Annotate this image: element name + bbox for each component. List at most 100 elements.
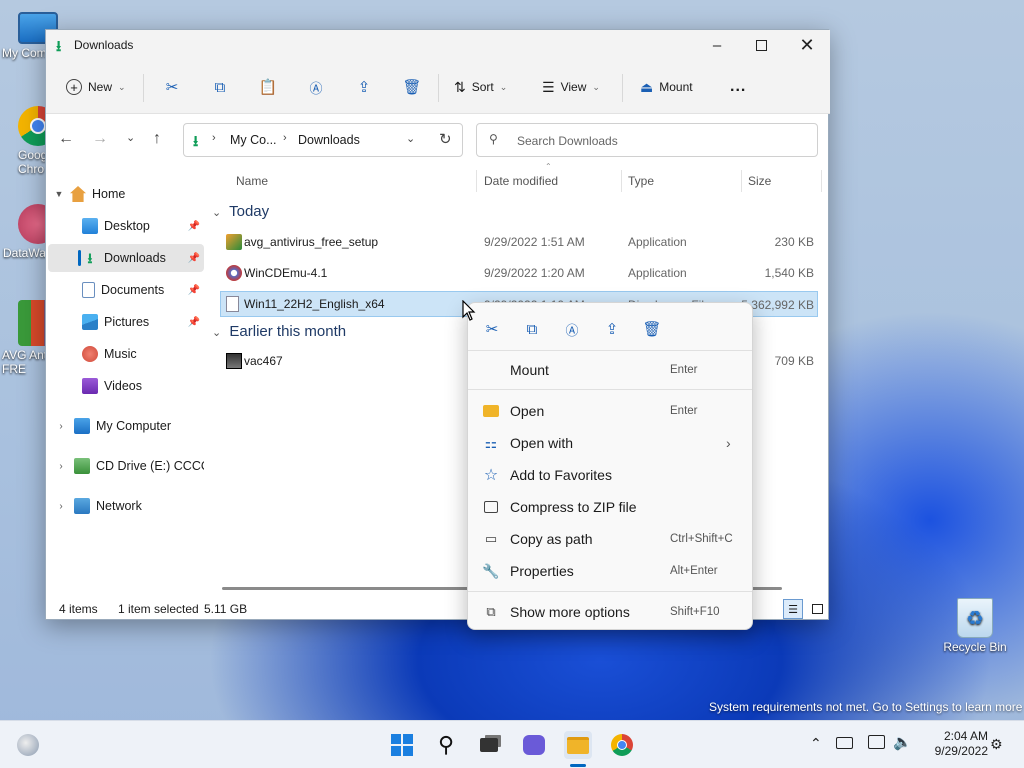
menu-item-label: Mount (510, 362, 549, 378)
desktop-icon-recycle-bin[interactable]: ♻ Recycle Bin (937, 598, 1013, 654)
back-button[interactable]: ← (58, 130, 74, 148)
copy-icon[interactable]: ⧉ (209, 76, 231, 98)
rename-icon[interactable]: Ⓐ (560, 317, 584, 341)
notification-icon[interactable]: ⚙ (990, 736, 1003, 753)
nav-home[interactable]: ▼ Home (48, 180, 204, 208)
maximize-button[interactable] (738, 30, 784, 60)
sidebar-item-label: Desktop (104, 219, 150, 233)
file-row[interactable]: avg_antivirus_free_setup 9/29/2022 1:51 … (220, 229, 818, 255)
pin-icon: 📌 (187, 284, 200, 296)
menu-item-label: Compress to ZIP file (510, 499, 637, 515)
tiles-view-button[interactable] (807, 599, 827, 619)
file-type: Application (628, 235, 687, 249)
menu-item-compress-zip[interactable]: Compress to ZIP file (468, 492, 752, 522)
new-button[interactable]: + New ⌄ (66, 76, 126, 98)
sidebar-item-label: Downloads (104, 251, 166, 265)
close-button[interactable]: ✕ (784, 30, 830, 60)
file-name: vac467 (244, 354, 283, 368)
sort-label: Sort (471, 80, 494, 94)
volume-icon[interactable]: 🔈 (893, 733, 912, 751)
cut-icon[interactable]: ✂ (161, 76, 183, 98)
sidebar-item-label: CD Drive (E:) CCCOI (96, 459, 204, 473)
copy-icon[interactable]: ⧉ (520, 317, 544, 341)
column-header-size[interactable]: Size (748, 174, 771, 188)
start-button[interactable] (388, 731, 416, 759)
file-row[interactable]: WinCDEmu-4.1 9/29/2022 1:20 AM Applicati… (220, 260, 818, 286)
star-icon: ☆ (483, 467, 499, 484)
delete-icon[interactable]: 🗑 (640, 317, 664, 341)
menu-item-add-to-favorites[interactable]: ☆ Add to Favorites (468, 460, 752, 490)
menu-item-properties[interactable]: 🔧 Properties Alt+Enter (468, 556, 752, 586)
chevron-right-icon: › (726, 435, 731, 451)
sidebar-item-downloads[interactable]: ⭳ Downloads 📌 (48, 244, 204, 272)
folder-icon (482, 402, 500, 420)
menu-item-copy-as-path[interactable]: ▭ Copy as path Ctrl+Shift+C (468, 524, 752, 554)
search-box[interactable]: ⚲ Search Downloads (476, 123, 818, 157)
rename-icon[interactable]: Ⓐ (305, 76, 327, 98)
file-date: 9/29/2022 1:20 AM (484, 266, 585, 280)
search-icon[interactable]: ⚲ (432, 731, 460, 759)
group-header-earlier-this-month[interactable]: ⌄ Earlier this month (212, 323, 346, 340)
file-explorer-taskbar-icon[interactable] (564, 731, 592, 759)
chat-icon[interactable] (520, 731, 548, 759)
more-label: ... (730, 78, 747, 95)
details-view-button[interactable]: ☰ (783, 599, 803, 619)
column-divider (621, 170, 622, 192)
activation-watermark: System requirements not met. Go to Setti… (709, 700, 1023, 714)
delete-icon[interactable]: 🗑 (401, 76, 423, 98)
column-header-date[interactable]: Date modified (484, 174, 558, 188)
home-icon (70, 186, 86, 202)
sidebar-item-music[interactable]: Music (48, 340, 204, 368)
task-view-icon[interactable] (475, 731, 503, 759)
recent-locations-button[interactable]: ⌄ (126, 131, 135, 144)
menu-item-open-with[interactable]: ⚏ Open with › (468, 428, 752, 458)
address-dropdown-icon[interactable]: ⌄ (406, 132, 415, 145)
menu-item-show-more-options[interactable]: ⧉ Show more options Shift+F10 (468, 597, 752, 627)
sidebar-item-desktop[interactable]: Desktop 📌 (48, 212, 204, 240)
paste-icon[interactable]: 📋 (257, 76, 279, 98)
mouse-cursor-icon (462, 300, 476, 321)
sidebar-item-videos[interactable]: Videos (48, 372, 204, 400)
chevron-down-icon: ⌄ (499, 81, 508, 92)
column-header-type[interactable]: Type (628, 174, 654, 188)
see-more-button[interactable]: ... (730, 76, 746, 98)
group-header-today[interactable]: ⌄ Today (212, 203, 269, 220)
file-name: WinCDEmu-4.1 (244, 266, 328, 280)
cut-icon[interactable]: ✂ (480, 317, 504, 341)
sidebar-item-pictures[interactable]: Pictures 📌 (48, 308, 204, 336)
menu-item-shortcut: Ctrl+Shift+C (670, 533, 733, 545)
column-header-name[interactable]: Name (236, 174, 268, 188)
sidebar-item-documents[interactable]: Documents 📌 (48, 276, 204, 304)
menu-item-open[interactable]: Open Enter (468, 396, 752, 426)
group-label: Today (229, 203, 270, 220)
weather-widget-icon[interactable] (14, 731, 42, 759)
clock[interactable]: 2:04 AM 9/29/2022 (916, 729, 988, 759)
wincdemu-icon (226, 265, 242, 281)
sidebar-item-my-computer[interactable]: › My Computer (48, 412, 204, 440)
breadcrumb-my-computer[interactable]: My Co... (230, 133, 277, 147)
chrome-taskbar-icon[interactable] (608, 731, 636, 759)
sidebar-item-network[interactable]: › Network (48, 492, 204, 520)
sort-button[interactable]: ⇅ Sort ⌄ (454, 76, 507, 98)
mount-button[interactable]: ⏏ Mount (640, 76, 693, 98)
menu-item-mount[interactable]: Mount Enter (468, 355, 752, 385)
sidebar-item-label: Pictures (104, 315, 150, 329)
forward-button[interactable]: → (92, 130, 108, 148)
menu-item-shortcut: Enter (670, 405, 698, 417)
file-name: Win11_22H2_English_x64 (244, 297, 385, 311)
chevron-up-icon[interactable]: ⌃ (810, 735, 822, 752)
breadcrumb-downloads[interactable]: Downloads (298, 133, 360, 147)
share-icon[interactable]: ⇪ (353, 76, 375, 98)
minimize-button[interactable]: – (694, 30, 740, 60)
address-bar[interactable]: ⭳ › My Co... › Downloads ⌄ ↻ (183, 123, 463, 157)
search-input[interactable]: Search Downloads (517, 134, 618, 148)
share-icon[interactable]: ⇪ (600, 317, 624, 341)
sidebar-item-cd-drive[interactable]: › CD Drive (E:) CCCOI (48, 452, 204, 480)
title-bar[interactable]: ⭳ Downloads – ✕ (46, 30, 830, 60)
up-button[interactable]: ↑ (153, 130, 161, 148)
network-status-icon[interactable] (868, 735, 885, 749)
wrench-icon: 🔧 (482, 562, 500, 579)
view-button[interactable]: ☰ View ⌄ (542, 76, 600, 98)
refresh-icon[interactable]: ↻ (439, 130, 452, 148)
keyboard-icon[interactable] (836, 737, 853, 749)
